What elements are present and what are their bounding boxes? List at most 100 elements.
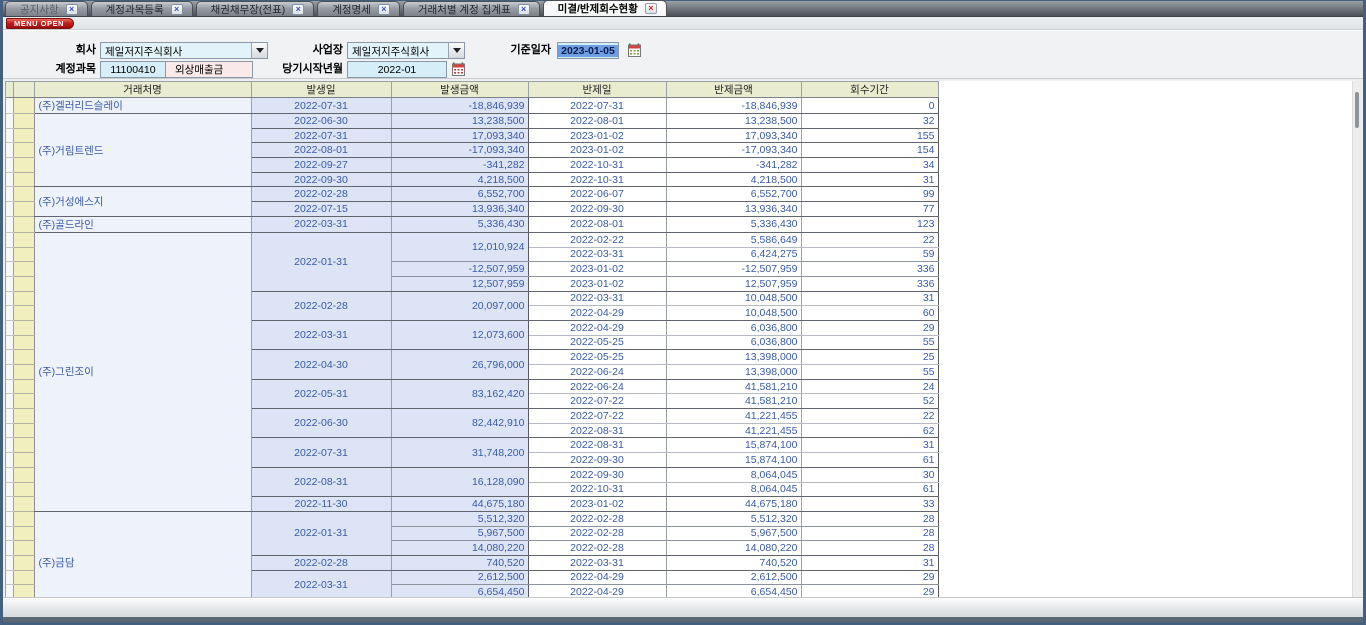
grid-cell-period[interactable]: 62 [801,423,938,438]
grid-row-selector[interactable] [13,216,34,232]
grid-row-strip[interactable] [6,158,13,173]
grid-cell-issue-date[interactable]: 2022-06-30 [251,409,391,438]
tab-close-icon[interactable]: × [292,4,304,15]
grid-cell-period[interactable]: 29 [801,570,938,585]
grid-cell-period[interactable]: 0 [801,98,938,114]
grid-cell-settle-amount[interactable]: 13,238,500 [666,114,801,129]
grid-cell-settle-amount[interactable]: -12,507,959 [666,262,801,277]
calendar-icon[interactable] [628,43,641,60]
grid-cell-settle-amount[interactable]: 13,398,000 [666,365,801,380]
grid-cell-period[interactable]: 24 [801,379,938,394]
grid-cell-issue-date[interactable]: 2022-09-27 [251,158,391,173]
grid-cell-period[interactable]: 336 [801,276,938,291]
grid-cell-settle-date[interactable]: 2022-04-29 [528,585,666,597]
grid-cell-issue-amount[interactable]: -341,282 [391,158,528,173]
grid-cell-settle-date[interactable]: 2022-09-30 [528,453,666,468]
grid-cell-settle-amount[interactable]: 15,874,100 [666,453,801,468]
grid-cell-settle-date[interactable]: 2022-09-30 [528,202,666,217]
grid-cell-settle-date[interactable]: 2022-04-29 [528,320,666,335]
grid-cell-settle-date[interactable]: 2022-07-22 [528,409,666,424]
grid-cell-settle-amount[interactable]: 740,520 [666,555,801,570]
col-header-settle-date[interactable]: 반제일 [528,82,666,98]
grid-cell-issue-amount[interactable]: 740,520 [391,555,528,570]
grid-cell-customer[interactable]: (주)골드라인 [34,216,251,232]
grid-cell-settle-amount[interactable]: 41,221,455 [666,423,801,438]
grid-cell-period[interactable]: 60 [801,306,938,321]
grid-cell-issue-amount[interactable]: 16,128,090 [391,467,528,496]
grid-cell-customer[interactable]: (주)그린조이 [34,232,251,511]
grid-row-selector[interactable] [13,98,34,114]
grid-row-strip[interactable] [6,526,13,541]
grid-cell-settle-amount[interactable]: 41,581,210 [666,394,801,409]
scrollbar-thumb[interactable] [1355,92,1359,128]
grid-cell-settle-amount[interactable]: 8,064,045 [666,467,801,482]
grid-row-selector[interactable] [13,394,34,409]
grid-row-strip[interactable] [6,423,13,438]
grid-cell-issue-amount[interactable]: 2,612,500 [391,570,528,585]
tab-close-icon[interactable]: × [66,4,78,15]
grid-cell-settle-amount[interactable]: 5,586,649 [666,232,801,247]
grid-cell-issue-amount[interactable]: 17,093,340 [391,128,528,143]
grid-cell-customer[interactable]: (주)겔러리드슬레이 [34,98,251,114]
grid-cell-settle-date[interactable]: 2022-10-31 [528,172,666,187]
grid-cell-settle-date[interactable]: 2022-02-28 [528,526,666,541]
grid-row-selector[interactable] [13,511,34,526]
grid-cell-settle-amount[interactable]: -341,282 [666,158,801,173]
grid-row-selector[interactable] [13,423,34,438]
base-date-input[interactable]: 2023-01-05 [557,42,619,59]
tab-close-icon[interactable]: × [645,3,657,14]
grid-row-selector[interactable] [13,306,34,321]
calendar-icon[interactable] [452,62,465,79]
grid-cell-issue-date[interactable]: 2022-07-15 [251,202,391,217]
grid-cell-settle-amount[interactable]: 5,967,500 [666,526,801,541]
grid-cell-issue-amount[interactable]: 13,936,340 [391,202,528,217]
company-select[interactable]: 제일저지주식회사 [100,42,268,59]
grid-cell-period[interactable]: 77 [801,202,938,217]
grid-cell-issue-amount[interactable]: 5,336,430 [391,216,528,232]
grid-row-selector[interactable] [13,526,34,541]
grid-cell-issue-amount[interactable]: -17,093,340 [391,143,528,158]
grid-cell-period[interactable]: 29 [801,320,938,335]
grid-cell-settle-date[interactable]: 2022-06-07 [528,187,666,202]
grid-cell-issue-date[interactable]: 2022-08-01 [251,143,391,158]
grid-cell-settle-amount[interactable]: 6,424,275 [666,247,801,262]
grid-cell-issue-amount[interactable]: 6,552,700 [391,187,528,202]
grid-cell-period[interactable]: 31 [801,172,938,187]
col-header-issue-date[interactable]: 발생일 [251,82,391,98]
grid-cell-settle-amount[interactable]: 5,512,320 [666,511,801,526]
grid-cell-settle-amount[interactable]: 44,675,180 [666,497,801,512]
grid-cell-issue-date[interactable]: 2022-07-31 [251,438,391,467]
grid-cell-period[interactable]: 25 [801,350,938,365]
grid-row-strip[interactable] [6,143,13,158]
grid-cell-customer[interactable]: (주)거성에스지 [34,187,251,216]
grid-cell-issue-amount[interactable]: 31,748,200 [391,438,528,467]
grid-cell-settle-date[interactable]: 2023-01-02 [528,143,666,158]
grid-cell-settle-amount[interactable]: -17,093,340 [666,143,801,158]
grid-row-selector[interactable] [13,262,34,277]
grid-cell-period[interactable]: 336 [801,262,938,277]
grid-row-selector[interactable] [13,365,34,380]
grid-cell-period[interactable]: 31 [801,291,938,306]
grid-cell-settle-date[interactable]: 2022-08-31 [528,423,666,438]
grid-cell-settle-amount[interactable]: 15,874,100 [666,438,801,453]
grid-row-strip[interactable] [6,570,13,585]
grid-cell-settle-date[interactable]: 2022-07-31 [528,98,666,114]
grid-cell-settle-date[interactable]: 2023-01-02 [528,262,666,277]
grid-cell-issue-date[interactable]: 2022-03-31 [251,216,391,232]
grid-row-selector[interactable] [13,585,34,597]
grid-cell-issue-amount[interactable]: 12,073,600 [391,320,528,349]
grid-row-strip[interactable] [6,216,13,232]
col-header-issue-amount[interactable]: 발생금액 [391,82,528,98]
grid-cell-settle-amount[interactable]: 6,036,800 [666,335,801,350]
grid-cell-issue-amount[interactable]: 82,442,910 [391,409,528,438]
grid-row-selector[interactable] [13,497,34,512]
grid-cell-settle-amount[interactable]: 41,221,455 [666,409,801,424]
grid-cell-issue-amount[interactable]: 4,218,500 [391,172,528,187]
grid-cell-period[interactable]: 28 [801,511,938,526]
tab-3[interactable]: 계정명세× [317,1,400,16]
grid-row-strip[interactable] [6,409,13,424]
grid-cell-period[interactable]: 52 [801,394,938,409]
period-start-input[interactable]: 2022-01 [347,61,447,78]
grid-cell-customer[interactable]: (주)금담 [34,511,251,597]
grid-cell-settle-amount[interactable]: 6,552,700 [666,187,801,202]
